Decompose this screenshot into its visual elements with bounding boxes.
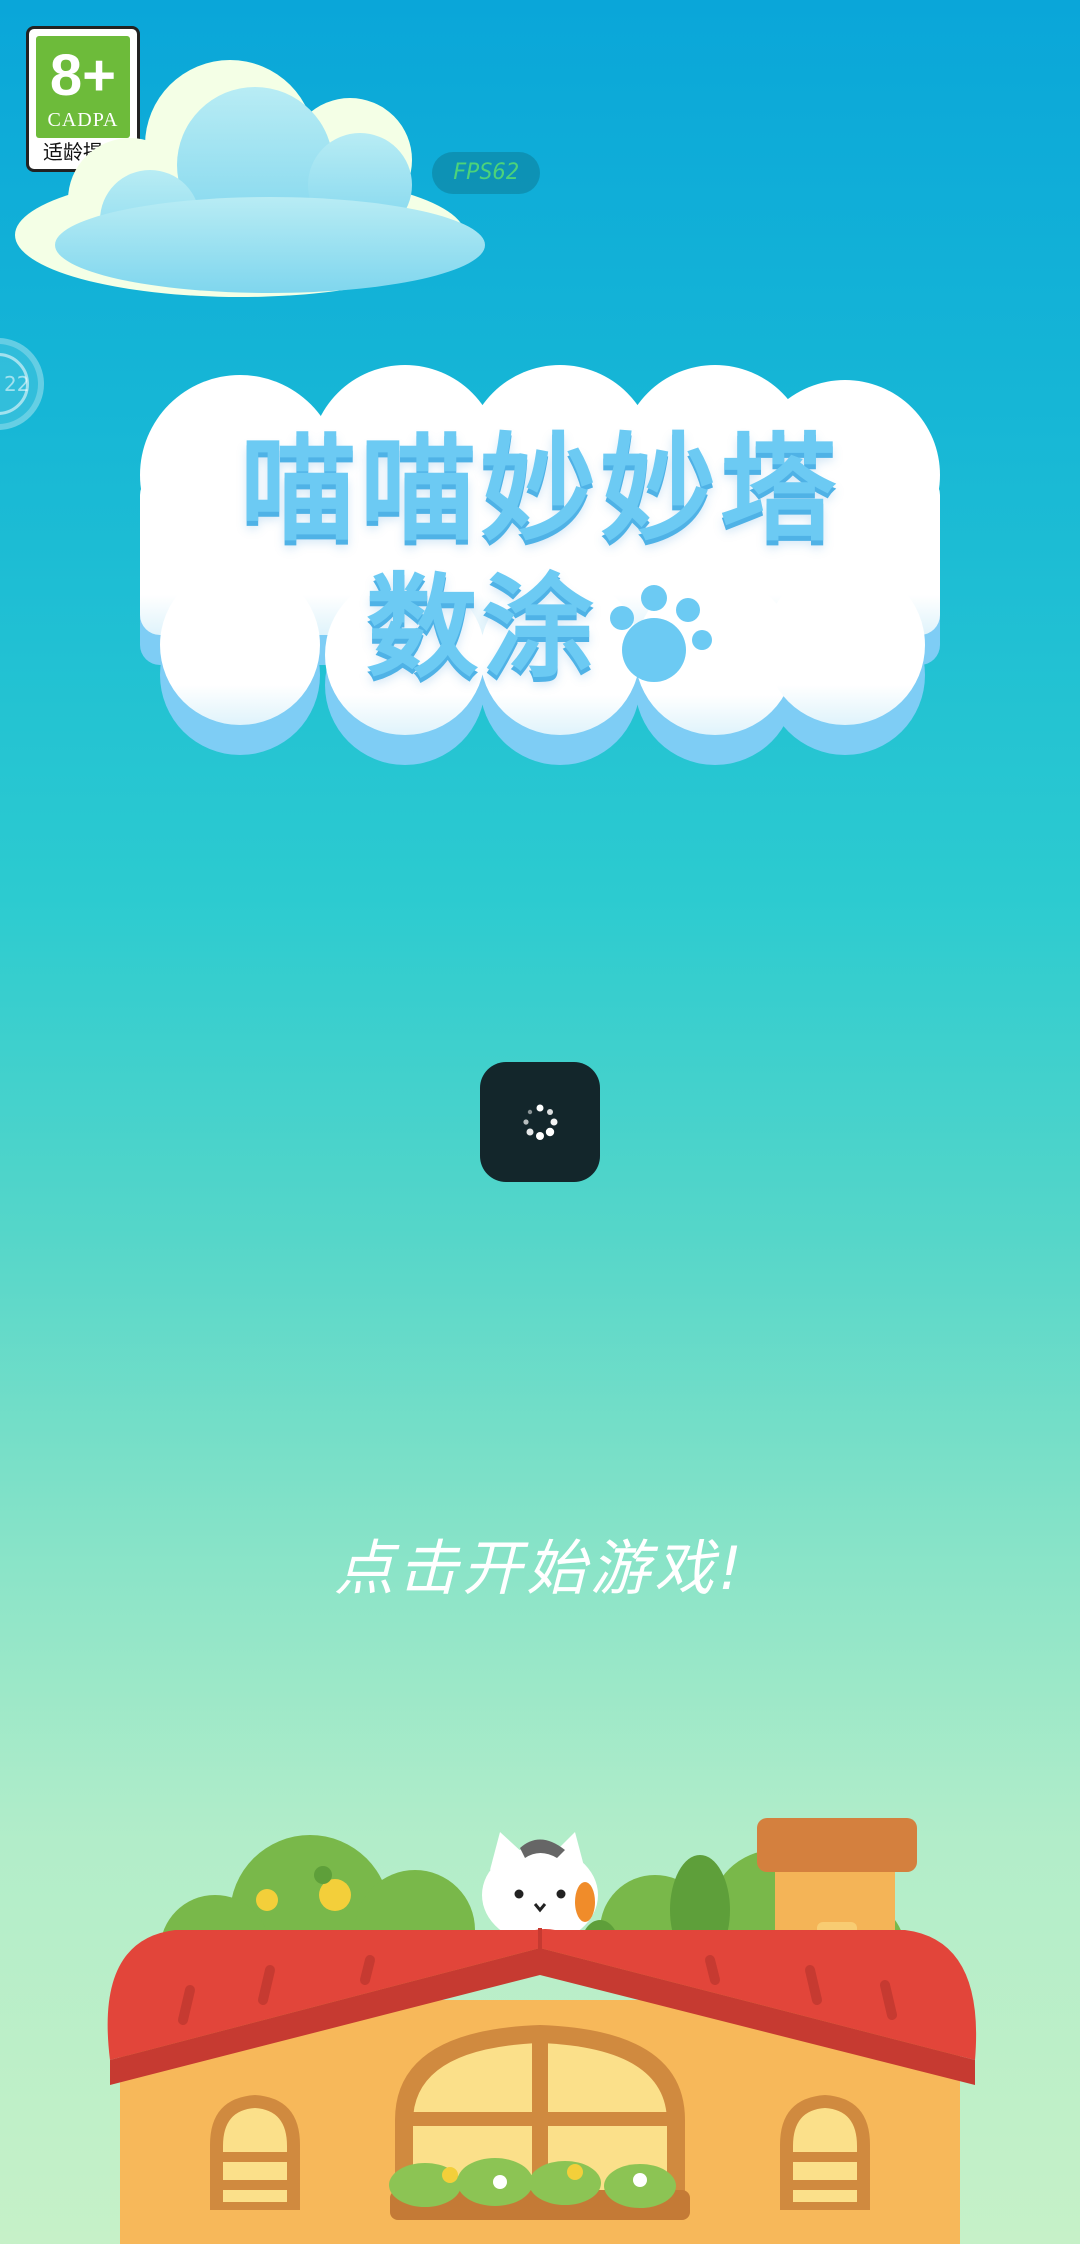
house-illustration-icon (107, 1818, 977, 2244)
fps-counter: FPS62 (432, 152, 540, 194)
loading-spinner (480, 1062, 600, 1182)
cat-icon (482, 1832, 598, 1943)
game-title-line2: 数涂 (130, 560, 950, 696)
tap-to-start-prompt[interactable]: 点击开始游戏! (0, 1520, 1080, 1607)
game-title-line2-text: 数涂 (366, 563, 598, 693)
paw-icon (610, 585, 712, 683)
game-title-line1: 喵喵妙妙塔 (240, 422, 840, 557)
floating-label: 22 (4, 372, 30, 396)
floating-assistant-button[interactable]: 22 (0, 338, 44, 430)
spinner-icon (523, 1104, 558, 1140)
game-title: 喵喵妙妙塔 数涂 (130, 420, 950, 696)
